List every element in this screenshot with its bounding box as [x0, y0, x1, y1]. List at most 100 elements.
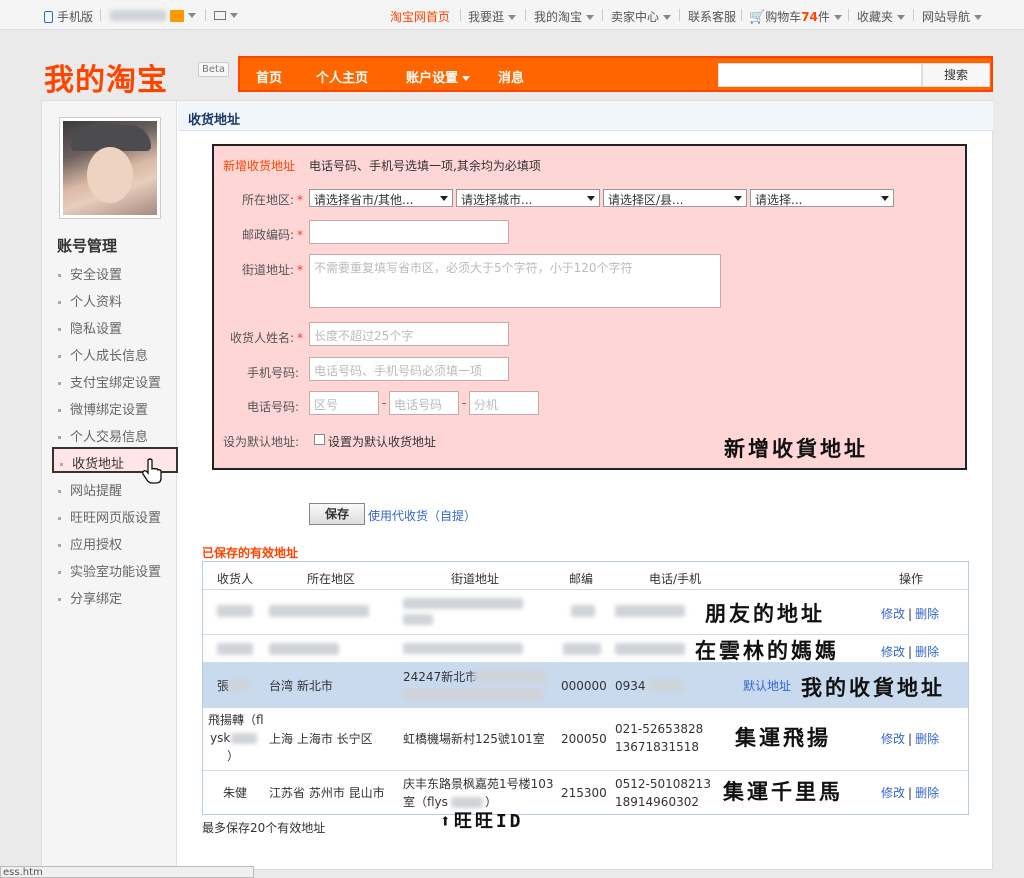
table-row: 飛揚轉（fl ysk ） 上海 上海市 长宁区 虹橋機場新村125號101室 2… — [203, 708, 968, 771]
sidebar-item-security[interactable]: 安全设置 — [58, 264, 122, 283]
phone-area-input[interactable]: 区号 — [309, 391, 379, 415]
divider — [205, 9, 206, 21]
page-title-bar: 收货地址 — [178, 101, 993, 131]
nav-home[interactable]: 首页 — [256, 67, 282, 86]
edit-link[interactable]: 修改 — [881, 607, 905, 621]
sidebar-item-wangwang-web[interactable]: 旺旺网页版设置 — [58, 507, 161, 526]
delete-link[interactable]: 删除 — [915, 732, 939, 746]
chevron-down-icon — [586, 15, 595, 20]
sidebar-item-reminders[interactable]: 网站提醒 — [58, 480, 122, 499]
phone-icon — [44, 11, 53, 23]
chevron-down-icon — [508, 15, 517, 20]
sidebar-item-lab[interactable]: 实验室功能设置 — [58, 561, 161, 580]
sidebar-item-profile[interactable]: 个人资料 — [58, 291, 122, 310]
delete-link[interactable]: 删除 — [915, 607, 939, 621]
saved-addresses-title: 已保存的有效地址 — [202, 546, 299, 560]
main-frame: 账号管理 安全设置 个人资料 隐私设置 个人成长信息 支付宝绑定设置 微博绑定设… — [41, 100, 993, 871]
mail-icon — [214, 11, 226, 20]
table-row: 在雲林的媽媽 修改 | 删除 — [203, 635, 968, 663]
nav-messages[interactable]: 消息 — [498, 67, 524, 86]
level-badge-icon — [170, 9, 184, 22]
saved-addresses-table: 收货人 所在地区 街道地址 邮编 电话/手机 操作 朋友的地址 修改|删除 — [202, 561, 969, 815]
avatar[interactable] — [59, 117, 161, 219]
contact-service-link[interactable]: 联系客服 — [688, 8, 736, 25]
handwritten-note-feiyang: 集運飛揚 — [735, 726, 831, 750]
district-select[interactable]: 请选择区/县... — [603, 189, 747, 207]
divider — [848, 9, 849, 21]
search-input[interactable] — [718, 63, 922, 87]
region-label: 所在地区: * — [242, 193, 304, 207]
handwritten-note-my-address: 我的收貨地址 — [801, 676, 945, 700]
street-textarea[interactable]: 不需要重复填写省市区，必须大于5个字符，小于120个字符 — [309, 254, 721, 308]
form-heading: 新增收货地址 — [223, 159, 296, 173]
cart-menu[interactable]: 🛒购物车74件 — [749, 8, 842, 25]
chevron-down-icon — [230, 13, 238, 18]
chevron-down-icon — [897, 15, 906, 20]
search-button[interactable]: 搜索 — [922, 63, 990, 87]
handwritten-note-qianlima: 集運千里馬 — [723, 780, 843, 804]
max-addresses-note: 最多保存20个有效地址 — [202, 821, 326, 835]
browser-status-bar: ess.htm — [0, 866, 254, 878]
nav-account-settings[interactable]: 账户设置 — [406, 67, 471, 86]
hand-cursor-icon — [142, 458, 162, 484]
divider — [460, 9, 461, 21]
main-nav: 首页 个人主页 账户设置 消息 搜索 — [238, 56, 993, 92]
edit-link[interactable]: 修改 — [881, 732, 905, 746]
table-header: 收货人 所在地区 街道地址 邮编 电话/手机 操作 — [203, 562, 968, 590]
my-taobao-menu[interactable]: 我的淘宝 — [534, 8, 595, 25]
delete-link[interactable]: 删除 — [915, 786, 939, 800]
taobao-home-link[interactable]: 淘宝网首页 — [390, 8, 450, 25]
handwritten-note-new-address: 新增收貨地址 — [724, 437, 868, 461]
table-row-default: 張 台湾 新北市 24247新北市 000000 0934 默认地址 我的收貨地… — [203, 663, 968, 708]
sidebar-item-weibo[interactable]: 微博绑定设置 — [58, 399, 148, 418]
cart-icon: 🛒 — [749, 10, 766, 25]
sidebar-item-share-binding[interactable]: 分享绑定 — [58, 588, 122, 607]
username-menu[interactable] — [110, 8, 196, 22]
chevron-down-icon — [188, 13, 196, 18]
phone-number-input[interactable]: 电话号码 — [389, 391, 459, 415]
edit-link[interactable]: 修改 — [881, 645, 905, 659]
shop-menu[interactable]: 我要逛 — [468, 8, 517, 25]
messages-menu[interactable] — [214, 8, 238, 22]
chevron-down-icon — [974, 15, 983, 20]
edit-link[interactable]: 修改 — [881, 786, 905, 800]
chevron-down-icon — [663, 15, 672, 20]
phone-ext-input[interactable]: 分机 — [469, 391, 539, 415]
receiver-name-input[interactable]: 长度不超过25个字 — [309, 322, 509, 346]
my-taobao-logo[interactable]: 我的淘宝 — [44, 55, 168, 99]
default-label: 设为默认地址: — [223, 435, 300, 449]
mobile-link[interactable]: 手机版 — [44, 8, 93, 25]
divider — [100, 9, 101, 21]
pickup-link[interactable]: 使用代收货（自提） — [368, 507, 476, 524]
province-select[interactable]: 请选择省市/其他... — [309, 189, 453, 207]
sidebar-item-growth[interactable]: 个人成长信息 — [58, 345, 148, 364]
form-hint: 电话号码、手机号选填一项,其余均为必填项 — [309, 159, 541, 173]
default-checkbox[interactable] — [314, 434, 325, 445]
sidebar-item-alipay[interactable]: 支付宝绑定设置 — [58, 372, 161, 391]
receiver-name-label: 收货人姓名: * — [230, 331, 304, 345]
delete-link[interactable]: 删除 — [915, 645, 939, 659]
favorites-menu[interactable]: 收藏夹 — [857, 8, 906, 25]
street-select[interactable]: 请选择... — [750, 189, 894, 207]
sidebar-item-trade-info[interactable]: 个人交易信息 — [58, 426, 148, 445]
zip-input[interactable] — [309, 220, 509, 244]
mobile-input[interactable]: 电话号码、手机号码必须填一项 — [309, 357, 509, 381]
table-row: 朋友的地址 修改 | 删除 — [203, 590, 968, 635]
city-select[interactable]: 请选择城市... — [456, 189, 600, 207]
divider — [741, 9, 742, 21]
top-bar: 手机版 淘宝网首页 我要逛 我的淘宝 卖家中心 联系客服 🛒购物车74件 收藏夹… — [0, 0, 1024, 30]
phone-label: 电话号码: — [247, 400, 300, 414]
sidebar-item-privacy[interactable]: 隐私设置 — [58, 318, 122, 337]
divider — [679, 9, 680, 21]
beta-badge: Beta — [198, 62, 230, 77]
save-button[interactable]: 保存 — [309, 503, 365, 525]
sitemap-menu[interactable]: 网站导航 — [922, 8, 983, 25]
handwritten-note-mother: 在雲林的媽媽 — [695, 639, 839, 663]
avatar-photo — [63, 121, 157, 215]
divider — [602, 9, 603, 21]
content-area: 收货地址 新增收货地址 电话号码、手机号选填一项,其余均为必填项 所在地区: * … — [178, 101, 993, 871]
seller-center-menu[interactable]: 卖家中心 — [611, 8, 672, 25]
nav-profile[interactable]: 个人主页 — [316, 67, 368, 86]
sidebar-item-app-auth[interactable]: 应用授权 — [58, 534, 122, 553]
page-title: 收货地址 — [188, 113, 241, 128]
